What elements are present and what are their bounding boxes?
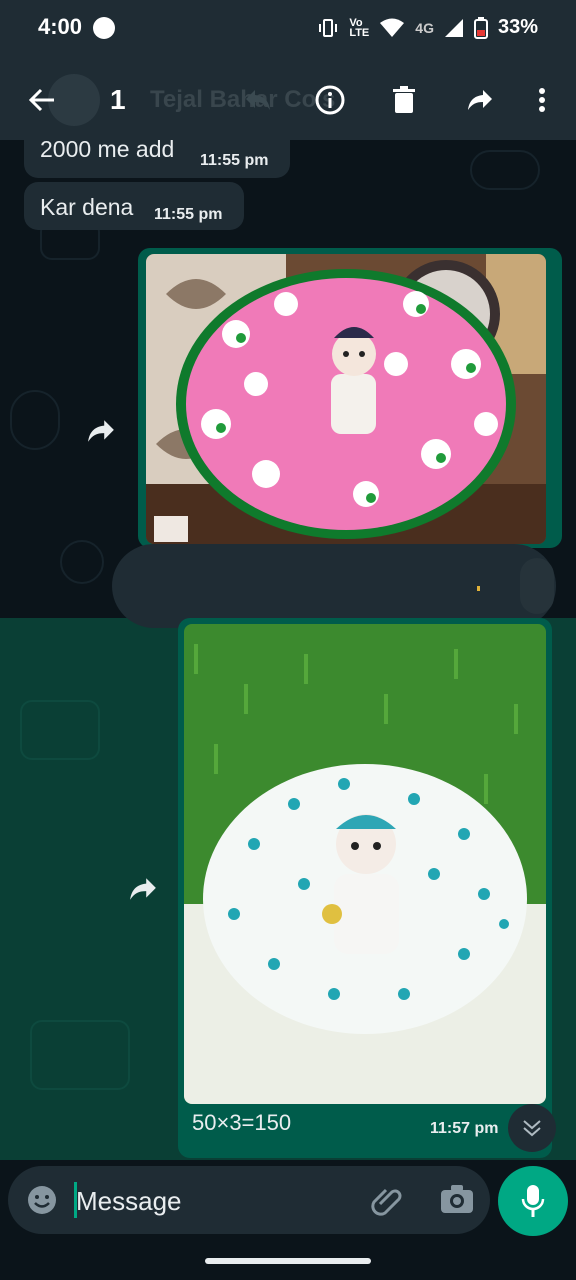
- message-input-field[interactable]: Message: [8, 1166, 490, 1234]
- message-time: 11:55 pm: [154, 206, 223, 223]
- wifi-icon: [380, 18, 405, 37]
- status-bar: 4:00 Vo LTE 4G 33%: [0, 0, 576, 60]
- more-options-button[interactable]: [522, 80, 562, 120]
- emoji-icon[interactable]: [26, 1184, 58, 1216]
- info-icon: [315, 85, 345, 115]
- incoming-message[interactable]: 2000 me add 11:55 pm: [24, 140, 290, 178]
- chat-area[interactable]: 2000 me add 11:55 pm Kar dena 11:55 pm 5…: [0, 140, 576, 1160]
- gesture-home-indicator[interactable]: [205, 1258, 371, 1264]
- signal-icon: [444, 18, 463, 37]
- forward-icon: [468, 90, 492, 110]
- network-type: 4G: [415, 19, 434, 36]
- delete-button[interactable]: [384, 80, 424, 120]
- message-time: 11:55 pm: [200, 152, 269, 169]
- wallpaper-doodle: [470, 150, 540, 190]
- info-button[interactable]: [310, 80, 350, 120]
- message-photo[interactable]: [184, 624, 546, 1104]
- forward-icon[interactable]: [86, 416, 116, 446]
- volte-icon: Vo LTE: [349, 16, 370, 39]
- notification-icon: [93, 17, 115, 39]
- vibrate-icon: [319, 18, 338, 37]
- more-vert-icon: [539, 88, 545, 112]
- selection-app-bar: Tejal Bahar Co's 1: [0, 60, 576, 140]
- wallpaper-doodle: [30, 1020, 130, 1090]
- message-input-placeholder: Message: [76, 1186, 182, 1216]
- reply-button[interactable]: [238, 80, 278, 120]
- message-time: 11:57 pm: [430, 1120, 499, 1137]
- forward-icon[interactable]: [128, 874, 158, 904]
- status-icons: Vo LTE 4G 33%: [317, 16, 538, 39]
- wallpaper-doodle: [10, 390, 60, 450]
- doll-blue-dress-photo: [184, 624, 546, 1104]
- overlay-handle: [520, 558, 554, 614]
- battery-percent: 33%: [497, 16, 538, 38]
- microphone-icon: [521, 1185, 545, 1217]
- camera-icon[interactable]: [440, 1184, 474, 1214]
- message-photo[interactable]: [146, 254, 546, 544]
- status-time: 4:00: [38, 14, 83, 39]
- voice-record-button[interactable]: [498, 1166, 568, 1236]
- message-text: 2000 me add: [40, 140, 175, 162]
- wallpaper-doodle: [20, 700, 100, 760]
- double-chevron-down-icon: [523, 1120, 541, 1137]
- reply-icon: [246, 90, 270, 110]
- tiny-mark-icon: [477, 586, 480, 591]
- forward-button[interactable]: [460, 80, 500, 120]
- selected-count: 1: [110, 84, 126, 115]
- back-button[interactable]: [22, 80, 62, 120]
- image-caption: 50×3=150: [192, 1110, 292, 1135]
- image-message[interactable]: [138, 248, 562, 548]
- scroll-to-bottom-button[interactable]: [508, 1104, 556, 1152]
- hidden-message-overlay: [112, 544, 556, 628]
- doll-pink-dress-photo: [146, 254, 546, 544]
- message-text: Kar dena: [40, 194, 134, 220]
- attach-icon[interactable]: [370, 1184, 404, 1218]
- image-message-selected[interactable]: 50×3=150 11:57 pm: [178, 618, 552, 1158]
- battery-icon: [473, 16, 488, 39]
- wallpaper-doodle: [60, 540, 104, 584]
- incoming-message[interactable]: Kar dena 11:55 pm: [24, 182, 244, 230]
- back-arrow-icon: [28, 88, 54, 112]
- trash-icon: [393, 86, 415, 113]
